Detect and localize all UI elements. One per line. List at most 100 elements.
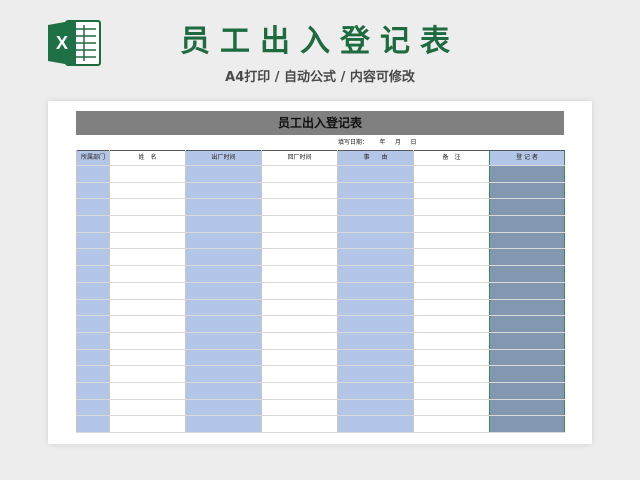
name-cell[interactable] xyxy=(109,198,186,217)
name-cell[interactable] xyxy=(109,382,186,400)
reason-cell[interactable] xyxy=(337,299,414,317)
remarks-cell[interactable] xyxy=(413,198,490,217)
name-cell[interactable] xyxy=(109,349,186,367)
exit-time-cell[interactable] xyxy=(185,315,262,333)
name-cell[interactable] xyxy=(109,415,186,433)
reason-cell[interactable] xyxy=(337,265,414,283)
registrar-cell[interactable] xyxy=(489,332,565,350)
return-time-cell[interactable] xyxy=(261,382,338,400)
remarks-cell[interactable] xyxy=(413,165,490,183)
return-time-cell[interactable] xyxy=(261,198,338,217)
registrar-cell[interactable] xyxy=(489,282,565,300)
department-cell[interactable] xyxy=(76,232,110,250)
reason-cell[interactable] xyxy=(337,332,414,350)
registrar-cell[interactable] xyxy=(489,265,565,283)
department-cell[interactable] xyxy=(76,182,110,200)
return-time-cell[interactable] xyxy=(261,182,338,200)
registrar-cell[interactable] xyxy=(489,165,565,183)
department-cell[interactable] xyxy=(76,332,110,350)
registrar-cell[interactable] xyxy=(489,182,565,200)
remarks-cell[interactable] xyxy=(413,282,490,300)
registrar-cell[interactable] xyxy=(489,415,565,433)
remarks-cell[interactable] xyxy=(413,349,490,367)
return-time-cell[interactable] xyxy=(261,265,338,283)
reason-cell[interactable] xyxy=(337,315,414,333)
department-cell[interactable] xyxy=(76,415,110,433)
name-cell[interactable] xyxy=(109,365,186,383)
exit-time-cell[interactable] xyxy=(185,349,262,367)
remarks-cell[interactable] xyxy=(413,415,490,433)
department-cell[interactable] xyxy=(76,215,110,233)
name-cell[interactable] xyxy=(109,315,186,333)
return-time-cell[interactable] xyxy=(261,232,338,250)
reason-cell[interactable] xyxy=(337,282,414,300)
name-cell[interactable] xyxy=(109,248,186,267)
return-time-cell[interactable] xyxy=(261,365,338,383)
remarks-cell[interactable] xyxy=(413,248,490,267)
name-cell[interactable] xyxy=(109,282,186,300)
reason-cell[interactable] xyxy=(337,198,414,217)
registrar-cell[interactable] xyxy=(489,315,565,333)
remarks-cell[interactable] xyxy=(413,182,490,200)
registrar-cell[interactable] xyxy=(489,198,565,217)
exit-time-cell[interactable] xyxy=(185,248,262,267)
department-cell[interactable] xyxy=(76,282,110,300)
exit-time-cell[interactable] xyxy=(185,232,262,250)
reason-cell[interactable] xyxy=(337,349,414,367)
reason-cell[interactable] xyxy=(337,382,414,400)
department-cell[interactable] xyxy=(76,165,110,183)
reason-cell[interactable] xyxy=(337,232,414,250)
department-cell[interactable] xyxy=(76,365,110,383)
remarks-cell[interactable] xyxy=(413,365,490,383)
exit-time-cell[interactable] xyxy=(185,299,262,317)
return-time-cell[interactable] xyxy=(261,315,338,333)
remarks-cell[interactable] xyxy=(413,232,490,250)
return-time-cell[interactable] xyxy=(261,299,338,317)
exit-time-cell[interactable] xyxy=(185,332,262,350)
registrar-cell[interactable] xyxy=(489,215,565,233)
department-cell[interactable] xyxy=(76,315,110,333)
reason-cell[interactable] xyxy=(337,365,414,383)
department-cell[interactable] xyxy=(76,265,110,283)
return-time-cell[interactable] xyxy=(261,248,338,267)
name-cell[interactable] xyxy=(109,182,186,200)
registrar-cell[interactable] xyxy=(489,382,565,400)
exit-time-cell[interactable] xyxy=(185,399,262,417)
remarks-cell[interactable] xyxy=(413,265,490,283)
department-cell[interactable] xyxy=(76,349,110,367)
reason-cell[interactable] xyxy=(337,248,414,267)
registrar-cell[interactable] xyxy=(489,365,565,383)
exit-time-cell[interactable] xyxy=(185,198,262,217)
registrar-cell[interactable] xyxy=(489,299,565,317)
name-cell[interactable] xyxy=(109,332,186,350)
return-time-cell[interactable] xyxy=(261,165,338,183)
reason-cell[interactable] xyxy=(337,399,414,417)
registrar-cell[interactable] xyxy=(489,248,565,267)
reason-cell[interactable] xyxy=(337,182,414,200)
exit-time-cell[interactable] xyxy=(185,382,262,400)
department-cell[interactable] xyxy=(76,198,110,217)
return-time-cell[interactable] xyxy=(261,332,338,350)
exit-time-cell[interactable] xyxy=(185,415,262,433)
return-time-cell[interactable] xyxy=(261,349,338,367)
remarks-cell[interactable] xyxy=(413,215,490,233)
return-time-cell[interactable] xyxy=(261,399,338,417)
name-cell[interactable] xyxy=(109,399,186,417)
registrar-cell[interactable] xyxy=(489,399,565,417)
remarks-cell[interactable] xyxy=(413,332,490,350)
name-cell[interactable] xyxy=(109,165,186,183)
registrar-cell[interactable] xyxy=(489,232,565,250)
remarks-cell[interactable] xyxy=(413,315,490,333)
department-cell[interactable] xyxy=(76,382,110,400)
return-time-cell[interactable] xyxy=(261,415,338,433)
department-cell[interactable] xyxy=(76,248,110,267)
name-cell[interactable] xyxy=(109,232,186,250)
remarks-cell[interactable] xyxy=(413,399,490,417)
exit-time-cell[interactable] xyxy=(185,215,262,233)
reason-cell[interactable] xyxy=(337,215,414,233)
exit-time-cell[interactable] xyxy=(185,265,262,283)
name-cell[interactable] xyxy=(109,299,186,317)
remarks-cell[interactable] xyxy=(413,382,490,400)
department-cell[interactable] xyxy=(76,299,110,317)
return-time-cell[interactable] xyxy=(261,215,338,233)
